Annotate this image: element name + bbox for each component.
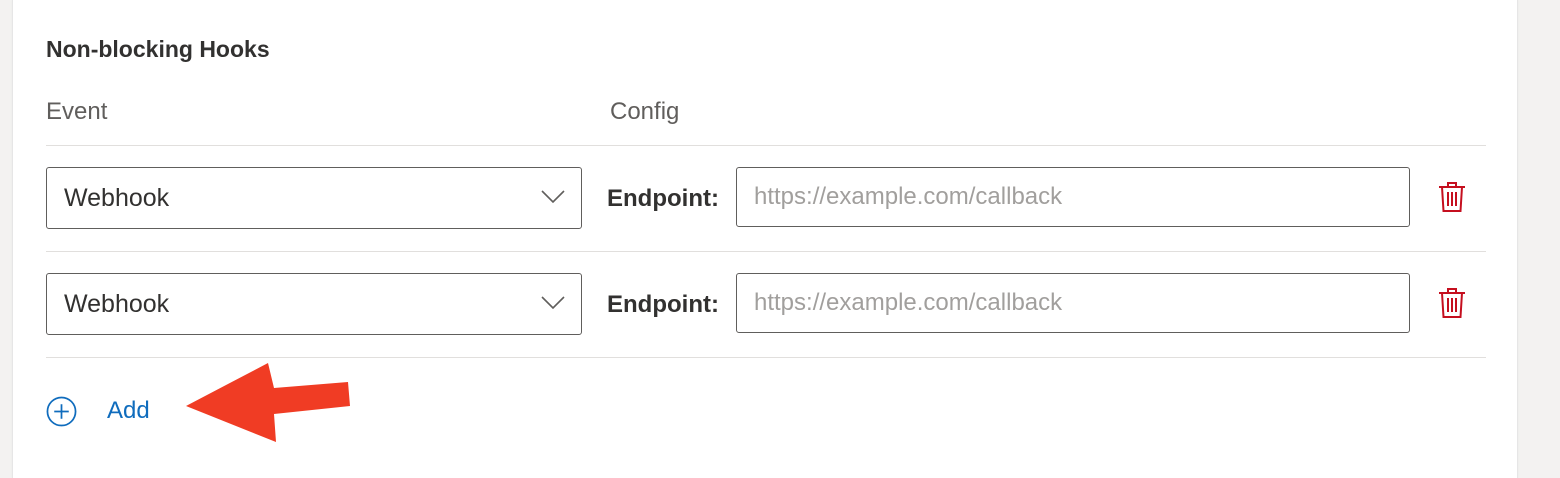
column-header-event: Event <box>46 98 108 125</box>
endpoint-input[interactable] <box>736 273 1410 333</box>
event-select-value: Webhook <box>64 290 170 318</box>
column-header-config: Config <box>610 98 680 125</box>
trash-icon[interactable] <box>1438 181 1466 213</box>
event-select[interactable]: Webhook <box>46 273 582 335</box>
endpoint-input[interactable] <box>736 167 1410 227</box>
chevron-down-icon <box>541 296 565 310</box>
add-label: Add <box>107 397 150 424</box>
row-divider <box>46 357 1486 358</box>
add-circle-icon <box>46 396 77 426</box>
event-select-value: Webhook <box>64 184 170 212</box>
chevron-down-icon <box>541 190 565 204</box>
endpoint-label: Endpoint: <box>607 291 719 318</box>
row-divider <box>46 251 1486 252</box>
arrow-annotation-icon <box>186 363 350 442</box>
hook-row: Webhook Endpoint: <box>46 167 1486 229</box>
trash-icon[interactable] <box>1438 287 1466 319</box>
event-select[interactable]: Webhook <box>46 167 582 229</box>
add-hook-button[interactable]: Add <box>46 395 150 427</box>
section-title: Non-blocking Hooks <box>46 36 270 62</box>
hook-row: Webhook Endpoint: <box>46 273 1486 335</box>
endpoint-label: Endpoint: <box>607 185 719 212</box>
header-divider <box>46 145 1486 146</box>
